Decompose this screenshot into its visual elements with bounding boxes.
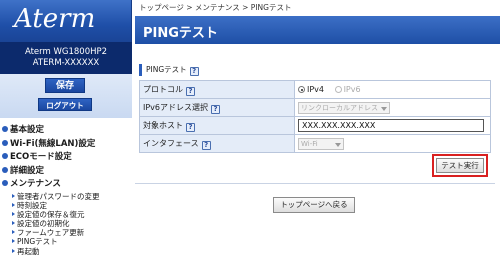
page-title: PINGテスト — [143, 26, 218, 41]
ipv6-address-select-value: リンクローカルアドレス — [301, 103, 378, 112]
ipv6-select-value-cell: リンクローカルアドレス — [294, 98, 491, 117]
table-row: 対象ホスト? XXX.XXX.XXX.XXX — [139, 116, 491, 135]
breadcrumb: トップページ > メンテナンス > PINGテスト — [139, 3, 292, 12]
sidebar-subitem-label: 設定値の初期化 — [17, 219, 70, 229]
interface-label: インタフェース — [143, 138, 199, 148]
bullet-icon — [2, 139, 8, 146]
radio-ipv6-label: IPv6 — [343, 85, 361, 94]
model-name: Aterm WG1800HP2 — [24, 47, 108, 57]
bullet-icon — [2, 180, 8, 186]
sidebar-subitem-label: 時刻設定 — [17, 200, 47, 210]
page-title-bar: PINGテスト — [135, 16, 500, 44]
triangle-right-icon — [12, 248, 15, 253]
help-icon[interactable]: ? — [211, 104, 221, 114]
sidebar-item-eco-mode[interactable]: ECOモード設定 — [2, 151, 132, 165]
sidebar-subitem-label: PINGテスト — [17, 237, 58, 247]
table-row: インタフェース? Wi-Fi — [139, 134, 491, 153]
triangle-right-icon — [12, 193, 15, 198]
bullet-icon — [2, 126, 8, 132]
interface-select-value: Wi-Fi — [301, 139, 318, 148]
interface-value-cell: Wi-Fi — [294, 134, 491, 153]
sidebar-item-label: メンテナンス — [10, 179, 61, 189]
sidebar: Aterm Aterm WG1800HP2 ATERM-XXXXXX 保存 ログ… — [0, 0, 132, 260]
sidebar-subitem-label: 管理者パスワードの変更 — [17, 191, 100, 201]
help-icon[interactable]: ? — [189, 67, 199, 76]
radio-ipv4-label: IPv4 — [307, 85, 325, 94]
target-host-label-cell: 対象ホスト? — [139, 116, 295, 135]
logo-area: Aterm — [0, 0, 132, 42]
aterm-logo: Aterm — [14, 4, 96, 34]
radio-ipv6[interactable] — [334, 86, 342, 93]
sidebar-menu: 基本設定 Wi-Fi(無線LAN)設定 ECOモード設定 詳細設定 メンテナンス… — [2, 124, 132, 256]
ipv6-select-label-cell: IPv6アドレス選択? — [139, 98, 295, 117]
help-icon[interactable]: ? — [201, 140, 211, 150]
device-name: ATERM-XXXXXX — [32, 58, 100, 68]
sidebar-item-advanced-settings[interactable]: 詳細設定 — [2, 165, 132, 179]
protocol-value-cell: IPv4 IPv6 — [294, 80, 491, 99]
target-host-input[interactable]: XXX.XXX.XXX.XXX — [298, 119, 484, 132]
exec-button-highlight: テスト実行 — [432, 154, 488, 177]
sidebar-subitem-label: ファームウェア更新 — [17, 228, 85, 238]
sidebar-subitem-firmware-update[interactable]: ファームウェア更新 — [2, 228, 132, 237]
sidebar-subitem-label: 設定値の保存＆復元 — [17, 209, 85, 219]
test-execute-button[interactable]: テスト実行 — [436, 158, 484, 173]
sidebar-subitem-admin-password[interactable]: 管理者パスワードの変更 — [2, 192, 132, 201]
ipv6-select-label: IPv6アドレス選択 — [143, 102, 209, 112]
interface-label-cell: インタフェース? — [139, 134, 295, 153]
sidebar-item-basic-settings[interactable]: 基本設定 — [2, 124, 132, 138]
target-host-value-cell: XXX.XXX.XXX.XXX — [294, 116, 491, 135]
triangle-right-icon — [12, 239, 15, 244]
bullet-icon — [2, 166, 8, 173]
save-button[interactable]: 保存 — [45, 78, 85, 93]
sidebar-subitem-ping-test[interactable]: PINGテスト — [2, 237, 132, 246]
sidebar-item-wifi-settings[interactable]: Wi-Fi(無線LAN)設定 — [2, 138, 132, 152]
sidebar-subitem-label: 再起動 — [17, 246, 40, 256]
ping-form-table: プロトコル? IPv4 IPv6 IPv6アドレス選択? リンクローカルアドレス… — [139, 80, 491, 153]
triangle-right-icon — [12, 211, 15, 216]
back-to-top-button[interactable]: トップページへ戻る — [273, 197, 355, 213]
interface-select[interactable]: Wi-Fi — [298, 137, 344, 150]
table-row: プロトコル? IPv4 IPv6 — [139, 80, 491, 99]
triangle-right-icon — [12, 202, 15, 207]
sidebar-item-label: Wi-Fi(無線LAN)設定 — [10, 138, 96, 149]
protocol-label: プロトコル — [143, 84, 183, 94]
chevron-down-icon — [335, 142, 341, 147]
sidebar-subitem-factory-reset[interactable]: 設定値の初期化 — [2, 219, 132, 228]
chevron-down-icon — [381, 106, 387, 111]
sidebar-subitem-time-settings[interactable]: 時刻設定 — [2, 201, 132, 210]
sidebar-item-label: 基本設定 — [10, 125, 45, 135]
sidebar-subitem-reboot[interactable]: 再起動 — [2, 247, 132, 256]
ipv6-address-select[interactable]: リンクローカルアドレス — [298, 101, 390, 114]
triangle-right-icon — [12, 221, 15, 226]
table-row: IPv6アドレス選択? リンクローカルアドレス — [139, 98, 491, 117]
triangle-right-icon — [12, 230, 15, 235]
help-icon[interactable]: ? — [186, 122, 195, 132]
help-icon[interactable]: ? — [186, 86, 195, 96]
protocol-label-cell: プロトコル? — [139, 80, 295, 99]
divider — [135, 183, 495, 184]
target-host-label: 対象ホスト — [143, 120, 183, 130]
section-header: PINGテスト? — [139, 64, 491, 76]
sidebar-subitem-backup-restore[interactable]: 設定値の保存＆復元 — [2, 210, 132, 219]
radio-ipv4[interactable] — [298, 86, 305, 93]
bullet-icon — [2, 153, 8, 159]
sidebar-item-label: ECOモード設定 — [10, 152, 72, 162]
sidebar-item-label: 詳細設定 — [10, 165, 45, 176]
sidebar-item-maintenance[interactable]: メンテナンス — [2, 178, 132, 192]
action-buttons-area: 保存 ログアウト — [0, 74, 132, 118]
section-title: PINGテスト — [146, 65, 187, 74]
model-info: Aterm WG1800HP2 ATERM-XXXXXX — [0, 42, 132, 74]
logout-button[interactable]: ログアウト — [38, 98, 92, 111]
